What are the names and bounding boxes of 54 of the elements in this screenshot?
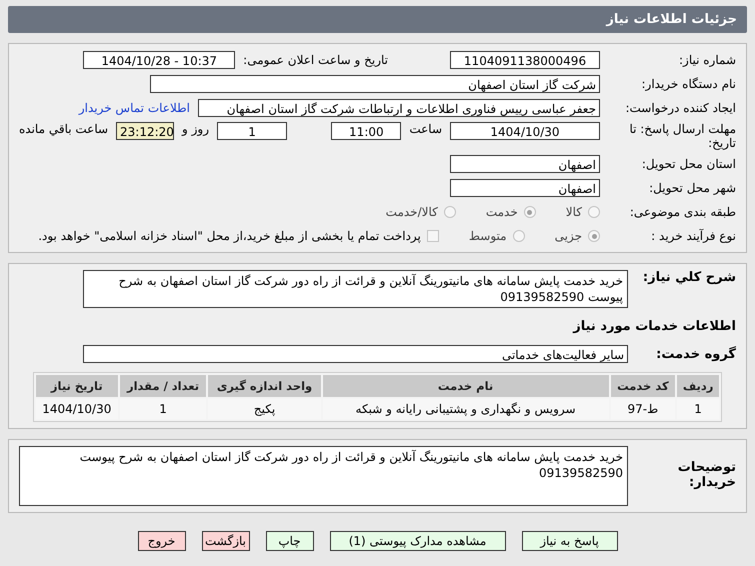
option-label: جزیی: [554, 229, 582, 243]
radio-button[interactable]: [524, 206, 536, 218]
field-label: نام دستگاه خریدار:: [640, 77, 736, 91]
field-label: روز و: [182, 122, 210, 136]
option-label: کالا/خدمت: [386, 205, 438, 219]
value-field: 1104091138000496: [450, 51, 600, 69]
field-label: مهلت ارسال پاسخ: تا تاریخ:: [628, 122, 736, 150]
service-group-field: سایر فعالیت‌های خدماتی: [83, 345, 628, 363]
field-label: ساعت: [409, 122, 442, 136]
field-label: توضیحات خریدار:: [676, 459, 736, 490]
days-field: 1: [217, 122, 288, 140]
value-field: شرکت گاز استان اصفهان: [150, 75, 600, 93]
option-label: خدمت: [486, 205, 518, 219]
value-field: 1404/10/28 - 10:37: [83, 51, 236, 69]
description-text-area: خرید خدمت پایش سامانه های مانیتورینگ آنلاین و قرائت از راه دور شرکت گاز استان اصفهان به شرح پیوست 09139582590: [83, 270, 628, 308]
action-button[interactable]: خروج: [138, 531, 186, 551]
column-header: واحد اندازه گیری: [208, 375, 321, 397]
option-label: متوسط: [468, 229, 507, 243]
field-label: ایجاد کننده درخواست:: [624, 101, 736, 115]
column-header: نام خدمت: [322, 375, 609, 397]
action-button[interactable]: مشاهده مدارک پیوستی (1): [330, 531, 506, 551]
value-field: اصفهان: [450, 155, 600, 173]
field-label: نوع فرآیند خرید :: [650, 229, 736, 243]
column-header: ردیف: [677, 375, 719, 397]
field-label: شهر محل تحویل:: [648, 181, 736, 195]
field-label: تاریخ و ساعت اعلان عمومی:: [243, 53, 388, 67]
checkbox-label: پرداخت تمام یا بخشی از مبلغ خرید،از محل "اسناد خزانه اسلامی" خواهد بود.: [38, 229, 421, 243]
time-field: 11:00: [331, 122, 402, 140]
value-field: جعفر عباسی رییس فناوری اطلاعات و ارتباطات شرکت گاز استان اصفهان: [198, 99, 600, 117]
field-label: ساعت باقي مانده: [19, 122, 108, 136]
column-header: کد خدمت: [610, 375, 676, 397]
action-button[interactable]: پاسخ به نیاز: [522, 531, 618, 551]
value-field: اصفهان: [450, 179, 600, 197]
radio-button[interactable]: [588, 206, 600, 218]
field-label: شماره نیاز:: [678, 53, 736, 67]
column-header: تاریخ نیاز: [36, 375, 118, 397]
action-button[interactable]: بازگشت: [202, 531, 250, 551]
notes-text-area: خرید خدمت پایش سامانه های مانیتورینگ آنلاین و قرائت از راه دور شرکت گاز استان اصفهان به شرح پیوست 09139582590: [19, 446, 628, 506]
buyer-contact-link[interactable]: اطلاعات تماس خریدار: [78, 101, 190, 115]
checkbox[interactable]: [426, 230, 439, 242]
field-label: گروه خدمت:: [655, 346, 736, 362]
column-header: تعداد / مقدار: [120, 375, 206, 397]
option-label: کالا: [566, 205, 582, 219]
action-button[interactable]: چاپ: [266, 531, 314, 551]
radio-button[interactable]: [588, 230, 600, 242]
field-label: طبقه بندی موضوعی:: [628, 205, 736, 219]
field-label: شرح کلي نیاز:: [642, 270, 736, 285]
radio-button[interactable]: [444, 206, 456, 218]
page-title: جزئیات اطلاعات نیاز: [8, 6, 747, 33]
date-field: 1404/10/30: [450, 122, 600, 140]
section-title: اطلاعات خدمات مورد نیاز: [573, 318, 736, 334]
radio-button[interactable]: [512, 230, 525, 242]
field-label: استان محل تحویل:: [640, 157, 736, 171]
remaining-time-field: 23:12:20: [116, 122, 174, 140]
